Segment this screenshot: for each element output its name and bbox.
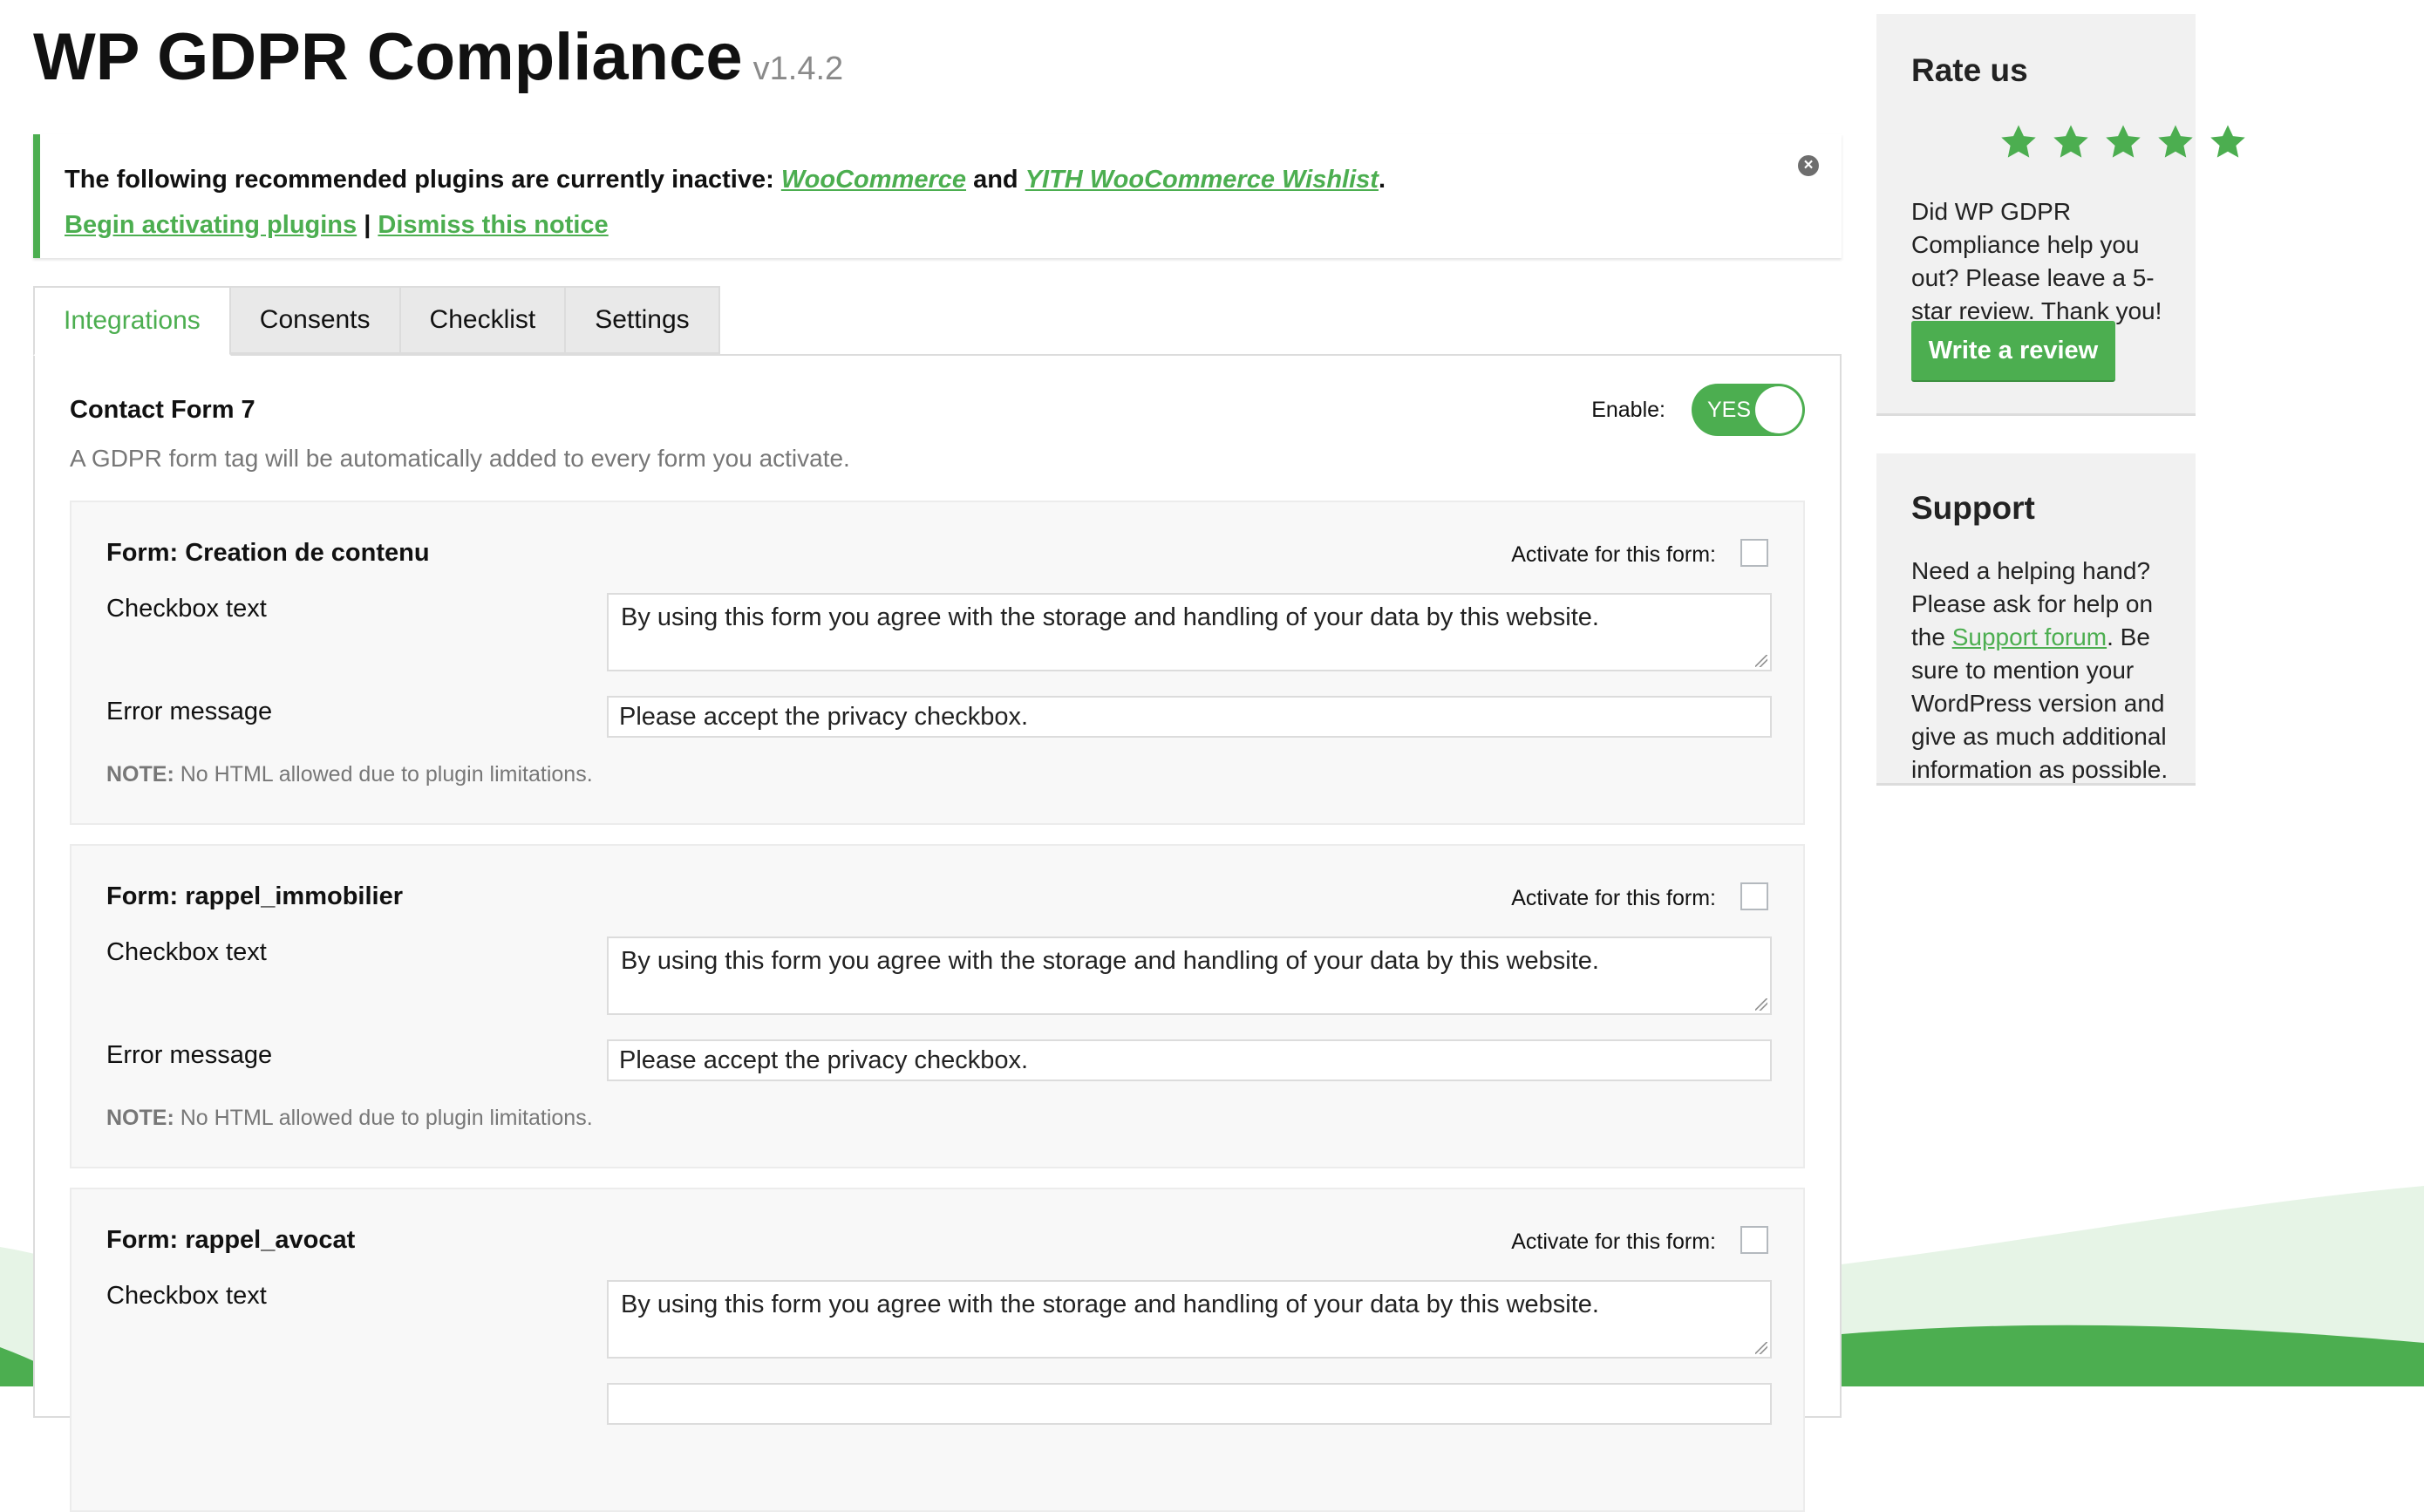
notice-text: The following recommended plugins are cu… (65, 166, 781, 194)
rate-us-box: Rate us Did WP GDPR Compliance help you … (1876, 14, 2245, 416)
checkbox-text-textarea[interactable]: By using this form you agree with the st… (607, 1280, 1772, 1359)
notice-and: and (966, 166, 1025, 194)
checkbox-text-textarea[interactable]: By using this form you agree with the st… (607, 593, 1772, 671)
support-title: Support (1911, 490, 2035, 526)
support-forum-link[interactable]: Support forum (1952, 623, 2107, 650)
write-review-button[interactable]: Write a review (1911, 321, 2115, 382)
enable-label: Enable: (1591, 398, 1665, 422)
note-prefix: NOTE: (106, 1106, 174, 1130)
toggle-value: YES (1707, 398, 1752, 422)
note-text: No HTML allowed due to plugin limitation… (174, 1106, 593, 1130)
notice-message: The following recommended plugins are cu… (65, 166, 1386, 194)
checkbox-text-value: By using this form you agree with the st… (621, 603, 1599, 631)
checkbox-text-label: Checkbox text (106, 595, 267, 623)
page-title: WP GDPR Compliance v1.4.2 (33, 19, 843, 95)
tab-checklist[interactable]: Checklist (400, 286, 567, 354)
notice-actions: Begin activating plugins | Dismiss this … (65, 211, 609, 240)
close-circle-icon[interactable]: × (1798, 155, 1819, 176)
rating-stars[interactable] (1998, 122, 2248, 162)
settings-tabs: Integrations Consents Checklist Settings (33, 286, 720, 356)
yith-wishlist-link[interactable]: YITH WooCommerce Wishlist (1025, 166, 1379, 194)
form-title: Form: Creation de contenu (106, 539, 430, 567)
enable-toggle[interactable]: YES (1692, 384, 1805, 436)
page-title-text: WP GDPR Compliance (33, 20, 743, 94)
support-text: Need a helping hand? Please ask for help… (1911, 555, 2173, 787)
support-box: Support Need a helping hand? Please ask … (1876, 453, 2196, 786)
activate-label: Activate for this form: (1511, 1229, 1716, 1254)
rate-us-title: Rate us (1911, 52, 2028, 88)
begin-activating-link[interactable]: Begin activating plugins (65, 211, 357, 239)
woocommerce-link[interactable]: WooCommerce (781, 166, 966, 194)
error-message-input[interactable] (607, 1383, 1772, 1425)
form-note: NOTE: No HTML allowed due to plugin limi… (106, 762, 593, 787)
error-message-input[interactable]: Please accept the privacy checkbox. (607, 1039, 1772, 1081)
error-message-label: Error message (106, 1041, 273, 1069)
tab-integrations[interactable]: Integrations (33, 286, 231, 356)
inactive-plugins-notice: The following recommended plugins are cu… (33, 134, 1842, 258)
note-prefix: NOTE: (106, 762, 174, 787)
rate-us-text: Did WP GDPR Compliance help you out? Ple… (1911, 198, 2162, 324)
plugin-version: v1.4.2 (752, 51, 844, 87)
checkbox-text-label: Checkbox text (106, 938, 267, 966)
form-title: Form: rappel_avocat (106, 1226, 356, 1254)
activate-form-checkbox[interactable] (1740, 1226, 1768, 1254)
integration-title: Contact Form 7 (70, 396, 255, 424)
toggle-knob (1755, 386, 1802, 433)
error-message-label: Error message (106, 698, 273, 725)
checkbox-text-value: By using this form you agree with the st… (621, 947, 1599, 975)
star-icon[interactable] (2155, 122, 2196, 162)
activate-label: Activate for this form: (1511, 886, 1716, 910)
checkbox-text-textarea[interactable]: By using this form you agree with the st… (607, 936, 1772, 1015)
integrations-panel: Contact Form 7 Enable: YES A GDPR form t… (33, 354, 1842, 1512)
star-icon[interactable] (2051, 122, 2091, 162)
integration-description: A GDPR form tag will be automatically ad… (70, 445, 850, 472)
tab-consents[interactable]: Consents (230, 286, 401, 354)
resize-grip-icon[interactable] (1755, 1342, 1767, 1354)
note-text: No HTML allowed due to plugin limitation… (174, 762, 593, 787)
tab-settings[interactable]: Settings (566, 286, 720, 354)
form-card: Form: rappel_avocat Activate for this fo… (70, 1188, 1805, 1512)
notice-separator: | (357, 211, 378, 239)
dismiss-notice-link[interactable]: Dismiss this notice (378, 211, 608, 239)
resize-grip-icon[interactable] (1755, 998, 1767, 1011)
activate-label: Activate for this form: (1511, 542, 1716, 567)
form-title: Form: rappel_immobilier (106, 882, 404, 910)
activate-form-checkbox[interactable] (1740, 882, 1768, 910)
checkbox-text-value: By using this form you agree with the st… (621, 1291, 1599, 1318)
form-note: NOTE: No HTML allowed due to plugin limi… (106, 1106, 593, 1131)
error-message-input[interactable]: Please accept the privacy checkbox. (607, 696, 1772, 738)
activate-form-checkbox[interactable] (1740, 539, 1768, 567)
star-icon[interactable] (2208, 122, 2248, 162)
star-icon[interactable] (2103, 122, 2143, 162)
form-card: Form: rappel_immobilier Activate for thi… (70, 844, 1805, 1168)
notice-period: . (1378, 166, 1386, 194)
form-card: Form: Creation de contenu Activate for t… (70, 501, 1805, 825)
resize-grip-icon[interactable] (1755, 655, 1767, 667)
checkbox-text-label: Checkbox text (106, 1282, 267, 1310)
star-icon[interactable] (1998, 122, 2039, 162)
